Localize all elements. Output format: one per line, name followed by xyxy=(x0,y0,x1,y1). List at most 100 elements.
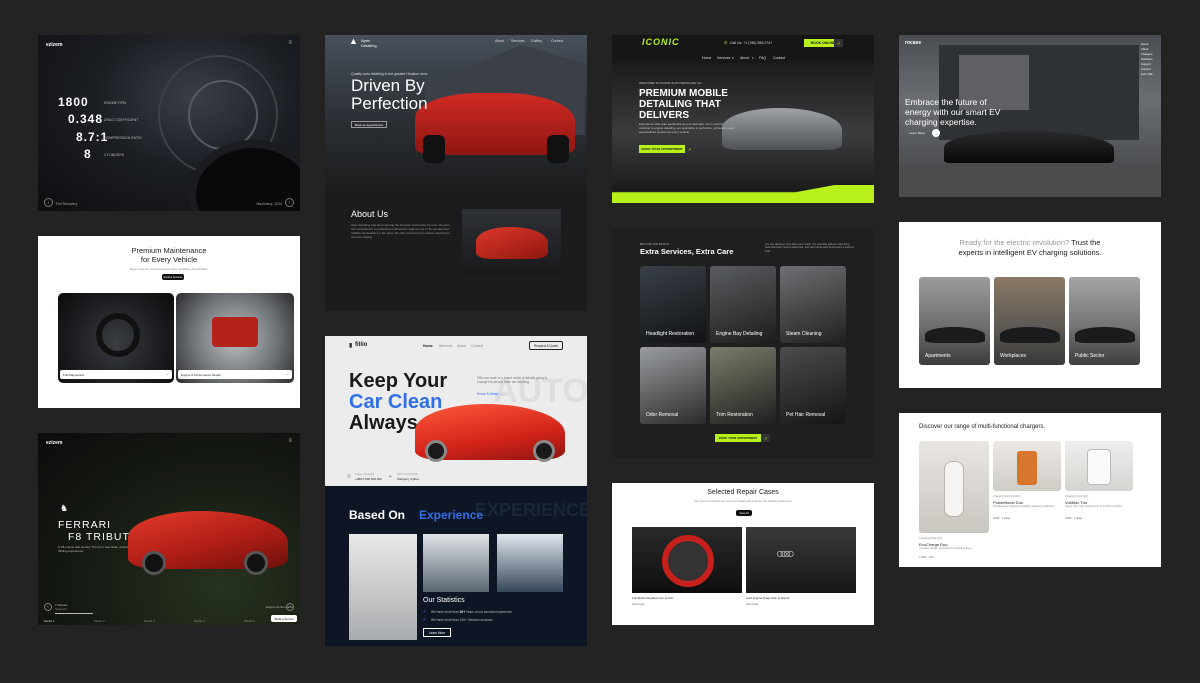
hero-subtitle: Experience elite auto aesthetics at your… xyxy=(639,122,734,134)
phone-icon: ✆ xyxy=(724,40,728,45)
menu-icon[interactable]: ≡ xyxy=(288,438,292,444)
arrow-icon[interactable]: → xyxy=(499,391,503,396)
menu-link[interactable]: Home xyxy=(1141,42,1148,46)
prev-icon[interactable]: ‹ xyxy=(44,603,52,611)
model-tab[interactable]: Model 4 xyxy=(194,619,205,623)
service-tile[interactable]: Engine Bay Detailing xyxy=(710,266,776,343)
model-tab[interactable]: Model 1 xyxy=(44,619,55,623)
nav-link[interactable]: About xyxy=(740,56,749,60)
explore-button[interactable]: Explore Services xyxy=(162,274,184,280)
section-subtitle: Expert care for uncompromised safety, du… xyxy=(129,267,209,271)
nav-link[interactable]: Home xyxy=(702,56,711,60)
appointment-button[interactable]: BOOK YOUR APPOINTMENT xyxy=(639,145,685,153)
next-icon[interactable]: › xyxy=(285,198,294,207)
nav-link[interactable]: About xyxy=(495,39,504,43)
arrow-icon[interactable]: ↗ xyxy=(685,145,694,153)
nav-link[interactable]: Gallery xyxy=(531,39,542,43)
stat-label: COMPRESSION RATIO xyxy=(104,136,142,140)
hero-title: Embrace the future of xyxy=(905,97,987,107)
section-eyebrow: BEYOND THE BASICS xyxy=(640,242,670,246)
experience-section: EXPERIENCE Based On Experience Our Stati… xyxy=(325,486,587,646)
learn-more-button[interactable]: Learn More xyxy=(905,130,929,136)
progress-bar xyxy=(55,613,93,614)
car-wheel xyxy=(244,551,268,575)
service-tile[interactable]: Odor Removal xyxy=(640,347,706,424)
view-all-button[interactable]: View All xyxy=(736,510,752,516)
car-wash-site-card[interactable]: ▮ fillio Home Services About Contact Req… xyxy=(325,336,587,646)
ev-solutions-card[interactable]: Ready for the electric revolution? Trust… xyxy=(899,222,1161,388)
model-tab[interactable]: Model 2 xyxy=(94,619,105,623)
nav-link[interactable]: Contact xyxy=(551,39,563,43)
tile-label: Workplaces xyxy=(1000,353,1027,359)
case-image[interactable] xyxy=(632,527,742,593)
menu-link[interactable]: About xyxy=(1141,47,1148,51)
nav-link[interactable]: Services xyxy=(717,56,730,60)
ground xyxy=(899,163,1161,197)
ev-hero-card[interactable]: rocase Home About Chargers Solutions Sup… xyxy=(899,35,1161,197)
nav-link[interactable]: Contact xyxy=(471,344,483,348)
service-label-bar[interactable]: Engine & Performance Repair → xyxy=(178,370,292,379)
case-link[interactable]: View Case xyxy=(746,603,758,606)
solution-tile[interactable]: Public Sector xyxy=(1069,277,1140,365)
arrow-icon[interactable]: ↗ xyxy=(761,434,770,442)
next-icon[interactable]: › xyxy=(286,603,294,611)
chargers-card[interactable]: Discover our range of multi-functional c… xyxy=(899,413,1161,567)
menu-link[interactable]: Let's Talk xyxy=(1141,72,1153,76)
stat-text-pre: We have more than xyxy=(431,610,459,614)
nav-link[interactable]: Contact xyxy=(773,56,785,60)
ferrari-site-card[interactable]: ezizem ≡ ♞ FERRARI F8 TRIBUTO A V8 engin… xyxy=(38,433,300,625)
learn-more-button[interactable]: Learn More xyxy=(423,628,451,637)
service-tile[interactable]: Steam Cleaning xyxy=(780,266,846,343)
product-image[interactable] xyxy=(919,441,989,533)
solution-tile[interactable]: Workplaces xyxy=(994,277,1065,365)
tile-label: Pet Hair Removal xyxy=(786,412,826,418)
nav-link[interactable]: Services xyxy=(439,344,452,348)
detailing-site-card[interactable]: ▲ Apex Detailing About Services Gallery … xyxy=(325,35,587,311)
menu-link[interactable]: Chargers xyxy=(1141,52,1153,56)
service-tile[interactable]: Pet Hair Removal xyxy=(780,347,846,424)
product-image[interactable] xyxy=(1065,441,1133,491)
phone-icon: ✆ xyxy=(347,474,352,480)
arrow-icon[interactable]: ↗ xyxy=(834,39,843,47)
request-quote-button[interactable]: Request A Quote xyxy=(529,341,563,350)
iconic-site-card[interactable]: ICONIC ✆ Call Us: +1 (785) 555-0747 BOOK… xyxy=(612,35,874,203)
tile-label: Trim Restoration xyxy=(716,412,753,418)
prev-icon[interactable]: ‹ xyxy=(44,198,53,207)
menu-link[interactable]: Support xyxy=(1141,62,1151,66)
solution-tile[interactable]: Apartments xyxy=(919,277,990,365)
silver-car-shape xyxy=(722,108,842,150)
case-link[interactable]: View Case xyxy=(632,603,644,606)
arrow-icon[interactable]: → xyxy=(932,129,940,137)
book-button[interactable]: Book an appointment xyxy=(351,121,387,128)
nav-link[interactable]: FAQ xyxy=(759,56,766,60)
nav-link[interactable]: About xyxy=(457,344,466,348)
read-more-link[interactable]: Know A Wash xyxy=(477,392,498,396)
menu-link[interactable]: Solutions xyxy=(1141,57,1153,61)
nav-link[interactable]: Services xyxy=(511,39,524,43)
brand-logo: ezizem xyxy=(46,42,63,48)
case-image[interactable]: ○○○○ xyxy=(746,527,856,593)
repair-cases-card[interactable]: Selected Repair Cases See how we transfo… xyxy=(612,483,874,625)
section-title: Selected Repair Cases xyxy=(707,489,779,496)
model-tab[interactable]: Model 3 xyxy=(144,619,155,623)
menu-icon[interactable]: ≡ xyxy=(288,40,292,46)
stat-label: CYLINDERS xyxy=(104,153,125,157)
appointment-button[interactable]: BOOK YOUR APPOINTMENT xyxy=(715,434,761,442)
hero-title: Always xyxy=(349,412,418,434)
maintenance-site-card[interactable]: Premium Maintenance for Every Vehicle Ex… xyxy=(38,236,300,408)
model-tab[interactable]: Model 5 xyxy=(244,619,255,623)
nav-link[interactable]: Home xyxy=(423,344,433,348)
service-label-bar[interactable]: Full Diagnostics → xyxy=(60,370,172,379)
steering-wheel xyxy=(96,313,140,357)
product-image[interactable] xyxy=(993,441,1061,491)
menu-link[interactable]: Contact xyxy=(1141,67,1151,71)
service-tile[interactable]: Trim Restoration xyxy=(710,347,776,424)
dashboard-preview-card[interactable]: ezizem ≡ 1800 ENGINE RPM 0.348 DRAG COEF… xyxy=(38,35,300,211)
brake-disc xyxy=(662,535,714,587)
extra-services-card[interactable]: BEYOND THE BASICS Extra Services, Extra … xyxy=(612,228,874,458)
build-button[interactable]: Build a Ferrari xyxy=(271,615,297,622)
car-wheel xyxy=(142,551,166,575)
charger-shape xyxy=(944,461,964,517)
service-tile[interactable]: Headlight Restoration xyxy=(640,266,706,343)
tile-label: Steam Cleaning xyxy=(786,331,822,337)
